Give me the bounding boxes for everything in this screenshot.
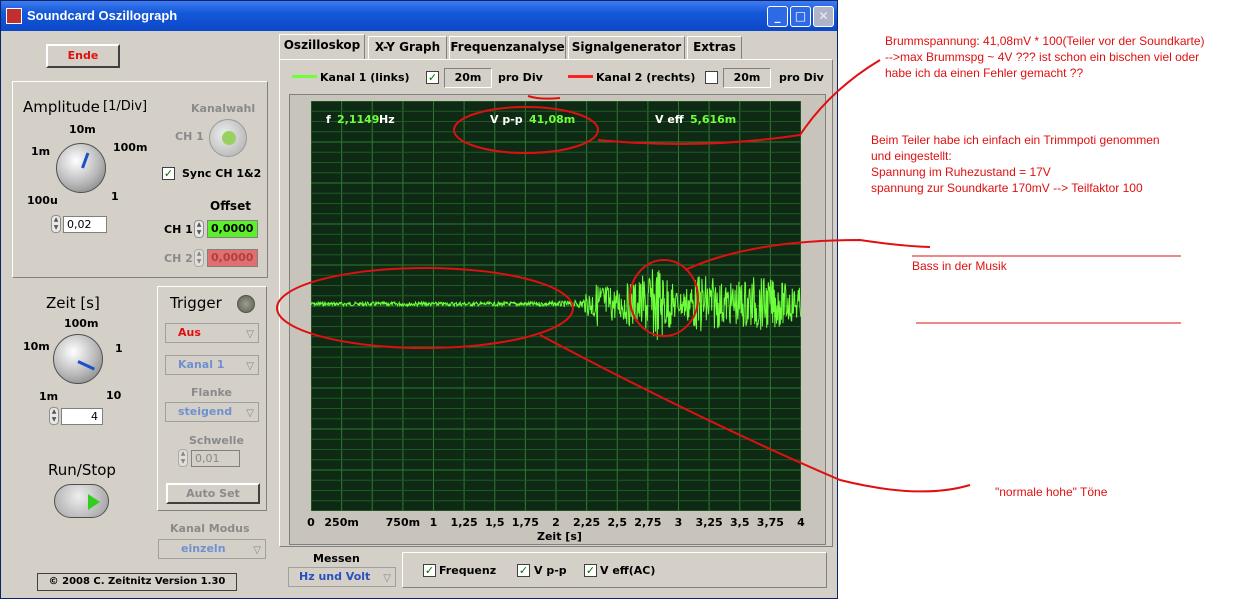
vpp-circle-annotation bbox=[453, 106, 599, 154]
note2-line: und eingestellt: bbox=[871, 149, 952, 163]
low-signal-circle-annotation bbox=[276, 267, 574, 349]
note1-line: habe ich da einen Fehler gemacht ?? bbox=[885, 66, 1084, 80]
hohe-arrow-annotation bbox=[539, 334, 971, 493]
note-brummspannung: Brummspannung: 41,08mV * 100(Teiler vor … bbox=[885, 33, 1205, 81]
bass-arrow-annotation bbox=[684, 238, 931, 271]
note1-line: -->max Brummspg ~ 4V ??? ist schon ein b… bbox=[885, 50, 1200, 64]
bass-label: Bass in der Musik bbox=[912, 259, 1007, 273]
hohe-toene-label: "normale hohe" Töne bbox=[995, 485, 1108, 499]
note2-line: Beim Teiler habe ich einfach ein Trimmpo… bbox=[871, 133, 1160, 147]
note2-line: spannung zur Soundkarte 170mV --> Teilfa… bbox=[871, 181, 1143, 195]
vpp-arrow-annotation bbox=[597, 59, 881, 145]
annotation-overlay bbox=[276, 59, 1181, 493]
note1-line: Brummspannung: 41,08mV * 100(Teiler vor … bbox=[885, 34, 1205, 48]
vpp-tail-annotation bbox=[527, 95, 561, 100]
note2-line: Spannung im Ruhezustand = 17V bbox=[871, 165, 1051, 179]
bass-circle-annotation bbox=[629, 259, 699, 337]
note-teiler: Beim Teiler habe ich einfach ein Trimmpo… bbox=[871, 132, 1160, 196]
